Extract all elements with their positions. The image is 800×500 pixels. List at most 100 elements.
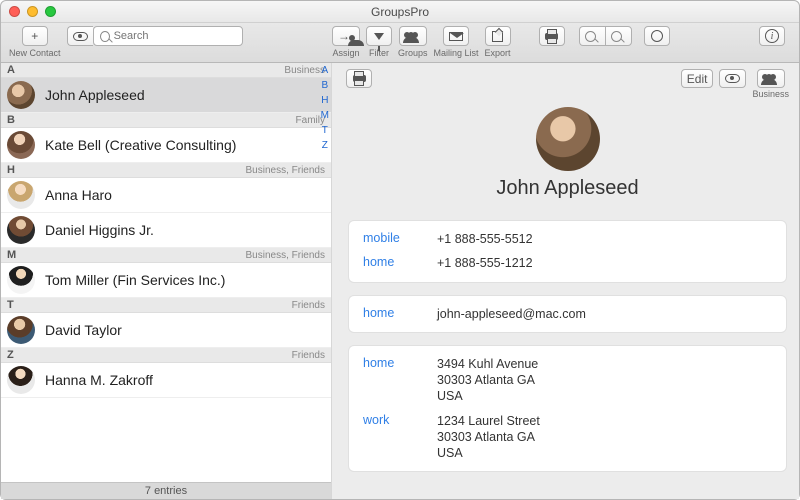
info-button[interactable]: i (759, 26, 785, 46)
contact-row[interactable]: Hanna M. Zakroff (1, 363, 331, 398)
detail-value: john-appleseed@mac.com (437, 306, 586, 322)
contact-row[interactable]: David Taylor (1, 313, 331, 348)
info-icon: i (765, 29, 779, 43)
detail-row: mobile+1 888-555-5512 (349, 227, 786, 251)
section-header: ABusiness (1, 63, 331, 78)
people-icon (763, 72, 779, 78)
avatar (7, 316, 35, 344)
detail-row: work1234 Laurel Street 30303 Atlanta GA … (349, 409, 786, 466)
detail-label: work (363, 413, 437, 427)
filter-button[interactable] (366, 26, 392, 46)
titlebar: GroupsPro (1, 1, 799, 23)
new-contact-button[interactable]: + (22, 26, 48, 46)
search-input[interactable] (93, 26, 243, 46)
detail-value: +1 888-555-5512 (437, 231, 533, 247)
detail-pane: Edit Business John Appleseed mobile+1 88… (332, 63, 799, 499)
section-header: ZFriends (1, 348, 331, 363)
contact-name: John Appleseed (346, 177, 789, 200)
contact-name-label: Anna Haro (45, 187, 112, 203)
index-letter[interactable]: B (321, 80, 329, 91)
assign-people-icon (350, 33, 354, 39)
avatar (7, 131, 35, 159)
contact-row[interactable]: Daniel Higgins Jr. (1, 213, 331, 248)
section-header: MBusiness, Friends (1, 248, 331, 263)
printer-icon (353, 75, 366, 82)
zoom-in-button[interactable] (605, 26, 632, 46)
window-controls (9, 6, 56, 17)
phones-card: mobile+1 888-555-5512home+1 888-555-1212 (348, 220, 787, 283)
detail-label: home (363, 306, 437, 320)
alpha-index[interactable]: ABHMTZ (321, 65, 329, 151)
avatar (7, 81, 35, 109)
detail-value: 1234 Laurel Street 30303 Atlanta GA USA (437, 413, 540, 462)
export-button[interactable] (485, 26, 511, 46)
contact-avatar (536, 107, 600, 171)
contact-row[interactable]: Anna Haro (1, 178, 331, 213)
printer-icon (545, 33, 558, 40)
contacts-list-pane: ABusiness John Appleseed BFamily Kate Bell … (1, 63, 332, 499)
mailing-list-label: Mailing List (434, 48, 479, 58)
window: GroupsPro + New Contact → Assign Filter (0, 0, 800, 500)
index-letter[interactable]: H (321, 95, 329, 106)
contact-row[interactable]: Tom Miller (Fin Services Inc.) (1, 263, 331, 298)
detail-label: home (363, 255, 437, 269)
contact-name-label: David Taylor (45, 322, 122, 338)
minimize-icon[interactable] (27, 6, 38, 17)
zoom-out-icon (585, 31, 596, 42)
business-label: Business (752, 89, 789, 99)
content: ABusinessJohn AppleseedBFamilyKate Bell … (1, 63, 799, 499)
view-toggle-eye-button[interactable] (67, 26, 93, 46)
detail-value: +1 888-555-1212 (437, 255, 533, 271)
settings-button[interactable] (644, 26, 670, 46)
edit-button[interactable]: Edit (681, 69, 714, 88)
footer-count: 7 entries (1, 482, 331, 499)
detail-row: home3494 Kuhl Avenue 30303 Atlanta GA US… (349, 352, 786, 409)
print-button[interactable] (539, 26, 565, 46)
detail-row: home+1 888-555-1212 (349, 251, 786, 275)
gear-icon (651, 30, 663, 42)
window-title: GroupsPro (371, 5, 429, 19)
avatar (7, 181, 35, 209)
export-icon (492, 31, 503, 42)
funnel-icon (374, 33, 384, 40)
contact-name-label: Hanna M. Zakroff (45, 372, 153, 388)
business-group-button[interactable] (757, 69, 785, 88)
emails-card: homejohn-appleseed@mac.com (348, 295, 787, 333)
contacts-list[interactable]: ABusiness John Appleseed BFamily Kate Bell … (1, 63, 331, 482)
section-header: TFriends (1, 298, 331, 313)
export-label: Export (485, 48, 511, 58)
detail-label: mobile (363, 231, 437, 245)
assign-button[interactable]: → (332, 26, 360, 46)
contact-name-label: Daniel Higgins Jr. (45, 222, 154, 238)
addresses-card: home3494 Kuhl Avenue 30303 Atlanta GA US… (348, 345, 787, 473)
index-letter[interactable]: T (321, 125, 329, 136)
index-letter[interactable]: M (321, 110, 329, 121)
detail-label: home (363, 356, 437, 370)
avatar (7, 366, 35, 394)
contact-name-label: John Appleseed (45, 87, 145, 103)
contact-row[interactable]: John Appleseed (1, 78, 331, 113)
toolbar: + New Contact → Assign Filter Groups (1, 23, 799, 63)
contact-row[interactable]: Kate Bell (Creative Consulting) (1, 128, 331, 163)
detail-value: 3494 Kuhl Avenue 30303 Atlanta GA USA (437, 356, 538, 405)
zoom-in-icon (611, 31, 622, 42)
groups-label: Groups (398, 48, 428, 58)
zoom-out-button[interactable] (579, 26, 605, 46)
mailing-list-button[interactable] (443, 26, 469, 46)
section-header: HBusiness, Friends (1, 163, 331, 178)
search-icon (100, 31, 110, 42)
contact-name-label: Kate Bell (Creative Consulting) (45, 137, 236, 153)
groups-button[interactable] (399, 26, 427, 46)
zoom-icon[interactable] (45, 6, 56, 17)
new-contact-label: New Contact (9, 48, 61, 58)
search-field[interactable] (114, 30, 236, 42)
index-letter[interactable]: Z (321, 140, 329, 151)
index-letter[interactable]: A (321, 65, 329, 76)
detail-print-button[interactable] (346, 69, 372, 88)
section-header: BFamily (1, 113, 331, 128)
close-icon[interactable] (9, 6, 20, 17)
assign-label: Assign (332, 48, 359, 58)
detail-eye-button[interactable] (719, 69, 746, 88)
envelope-icon (449, 32, 463, 41)
contact-name-label: Tom Miller (Fin Services Inc.) (45, 272, 225, 288)
